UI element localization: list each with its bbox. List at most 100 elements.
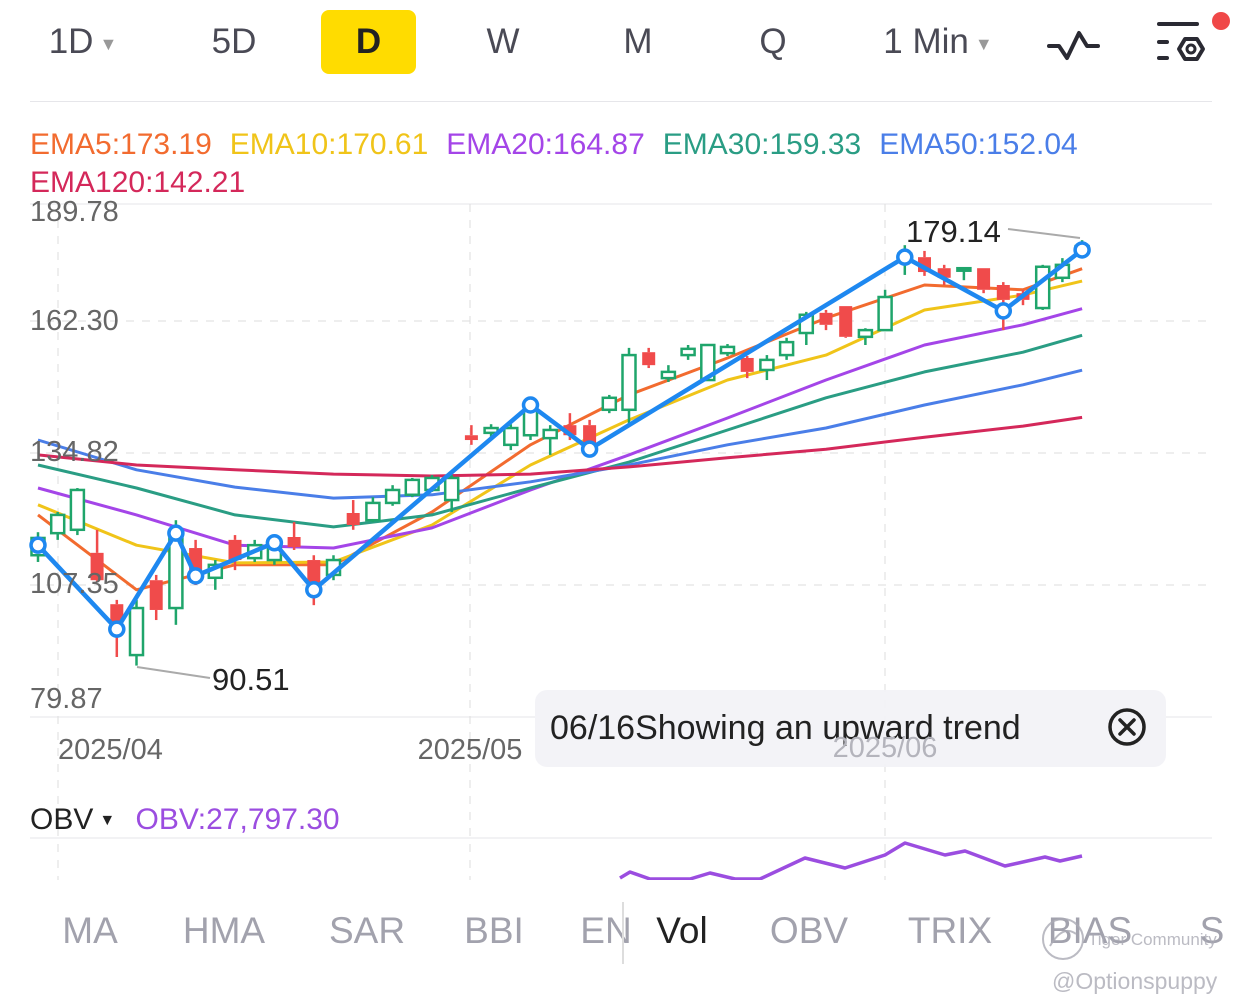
candle-up: [384, 485, 401, 506]
candle-up: [69, 488, 86, 536]
trend-point: [994, 302, 1013, 320]
watermark-handle: @Optionspuppy: [1052, 968, 1218, 994]
candle-body: [69, 488, 86, 532]
candle-body: [384, 488, 401, 505]
candle-body: [680, 347, 696, 357]
y-tick-label: 162.30: [30, 305, 119, 337]
candle-up: [404, 477, 421, 498]
candle-down: [149, 574, 163, 621]
candle-up: [443, 475, 460, 513]
trend-point: [265, 534, 284, 552]
high-leader-line: [1007, 228, 1081, 239]
candle-body: [1034, 265, 1051, 310]
candle-up: [680, 345, 696, 360]
candle-body: [287, 537, 301, 548]
indicator-divider: [622, 902, 624, 964]
candle-body: [857, 328, 874, 339]
candle-up: [49, 512, 66, 540]
candle-up: [719, 344, 736, 357]
candle-body: [346, 513, 360, 525]
indicator-bbi[interactable]: BBI: [464, 910, 524, 952]
candle-down: [839, 306, 853, 338]
candle-down: [819, 309, 833, 331]
candle-up: [621, 347, 637, 426]
indicator-bar: MA HMA SAR BBI EN Vol OBV TRIX BIAS S Ti…: [0, 880, 1242, 1008]
indicator-hma[interactable]: HMA: [183, 910, 265, 952]
candle-up: [601, 394, 618, 414]
trend-point: [580, 440, 599, 458]
candle-up: [759, 355, 775, 381]
tiger-logo-icon: [1042, 918, 1084, 960]
candle-body: [877, 295, 893, 332]
indicator-obv[interactable]: OBV: [770, 910, 848, 952]
low-leader-line: [136, 666, 211, 679]
y-axis-labels: 189.78 162.30 134.82 107.35 79.87: [30, 196, 119, 715]
candle-body: [660, 370, 677, 380]
grid: [30, 203, 1212, 880]
candle-body: [443, 476, 460, 502]
trend-tooltip: 06/16Showing an upward trend: [535, 690, 1166, 767]
trend-point: [1073, 241, 1091, 259]
obv-selector-label: OBV: [30, 803, 94, 836]
candle-up: [857, 328, 874, 345]
candle-up: [542, 425, 558, 455]
x-axis-labels: 2025/04 2025/05: [58, 734, 522, 766]
candle-up: [1034, 264, 1051, 310]
y-tick-label: 79.87: [30, 683, 103, 715]
trend-point: [305, 581, 323, 599]
tooltip-text: 06/16Showing an upward trend: [550, 709, 1021, 747]
candle-body: [464, 435, 478, 441]
candle-body: [149, 580, 163, 610]
caret-down-icon: ▼: [99, 812, 116, 830]
candle-down: [977, 268, 991, 294]
candle-body: [503, 426, 519, 447]
trend-point: [896, 248, 914, 266]
candle-body: [759, 358, 775, 372]
candle-body: [621, 353, 637, 412]
trend-point: [521, 396, 540, 414]
obv-selector[interactable]: OBV ▼: [30, 803, 115, 836]
candle-body: [49, 513, 66, 535]
candle-body: [307, 560, 321, 584]
close-circle-icon[interactable]: [1107, 707, 1147, 747]
trend-line: [29, 241, 1091, 638]
candle-body: [740, 357, 754, 372]
high-label: 179.14: [906, 214, 1001, 249]
y-tick-label: 134.82: [30, 436, 119, 468]
line-ema10: [37, 279, 1083, 565]
indicator-trix[interactable]: TRIX: [908, 910, 992, 952]
indicator-vol[interactable]: Vol: [656, 910, 707, 952]
candle-down: [464, 425, 478, 445]
candle-body: [977, 268, 991, 290]
trend-point: [186, 567, 205, 585]
trend-point: [108, 620, 126, 638]
candle-body: [956, 266, 972, 272]
indicator-ma[interactable]: MA: [62, 910, 118, 952]
candle-body: [642, 352, 656, 366]
x-tick-label: 2025/04: [58, 734, 163, 766]
candle-body: [365, 501, 381, 522]
candle-body: [719, 345, 736, 355]
candle-body: [839, 306, 853, 337]
candle-down: [642, 347, 656, 369]
obv-value: OBV:27,797.30: [135, 803, 340, 836]
low-label: 90.51: [212, 662, 290, 697]
obv-line: [619, 841, 1083, 880]
candle-up: [956, 266, 972, 281]
watermark-brand: Tiger Community: [1088, 930, 1217, 949]
indicator-sar[interactable]: SAR: [329, 910, 405, 952]
candle-body: [128, 606, 145, 657]
x-tick-label: 2025/05: [418, 734, 523, 766]
trend-point: [167, 524, 185, 542]
candle-down: [287, 522, 301, 550]
candle-up: [778, 337, 795, 360]
y-tick-label: 189.78: [30, 196, 119, 228]
candle-body: [996, 285, 1010, 300]
trend-point: [29, 536, 47, 554]
candle-body: [778, 340, 795, 357]
candle-up: [365, 497, 381, 523]
candle-body: [404, 478, 421, 497]
candle-body: [601, 396, 618, 412]
candle-up: [128, 599, 145, 666]
y-tick-label: 107.35: [30, 568, 119, 600]
